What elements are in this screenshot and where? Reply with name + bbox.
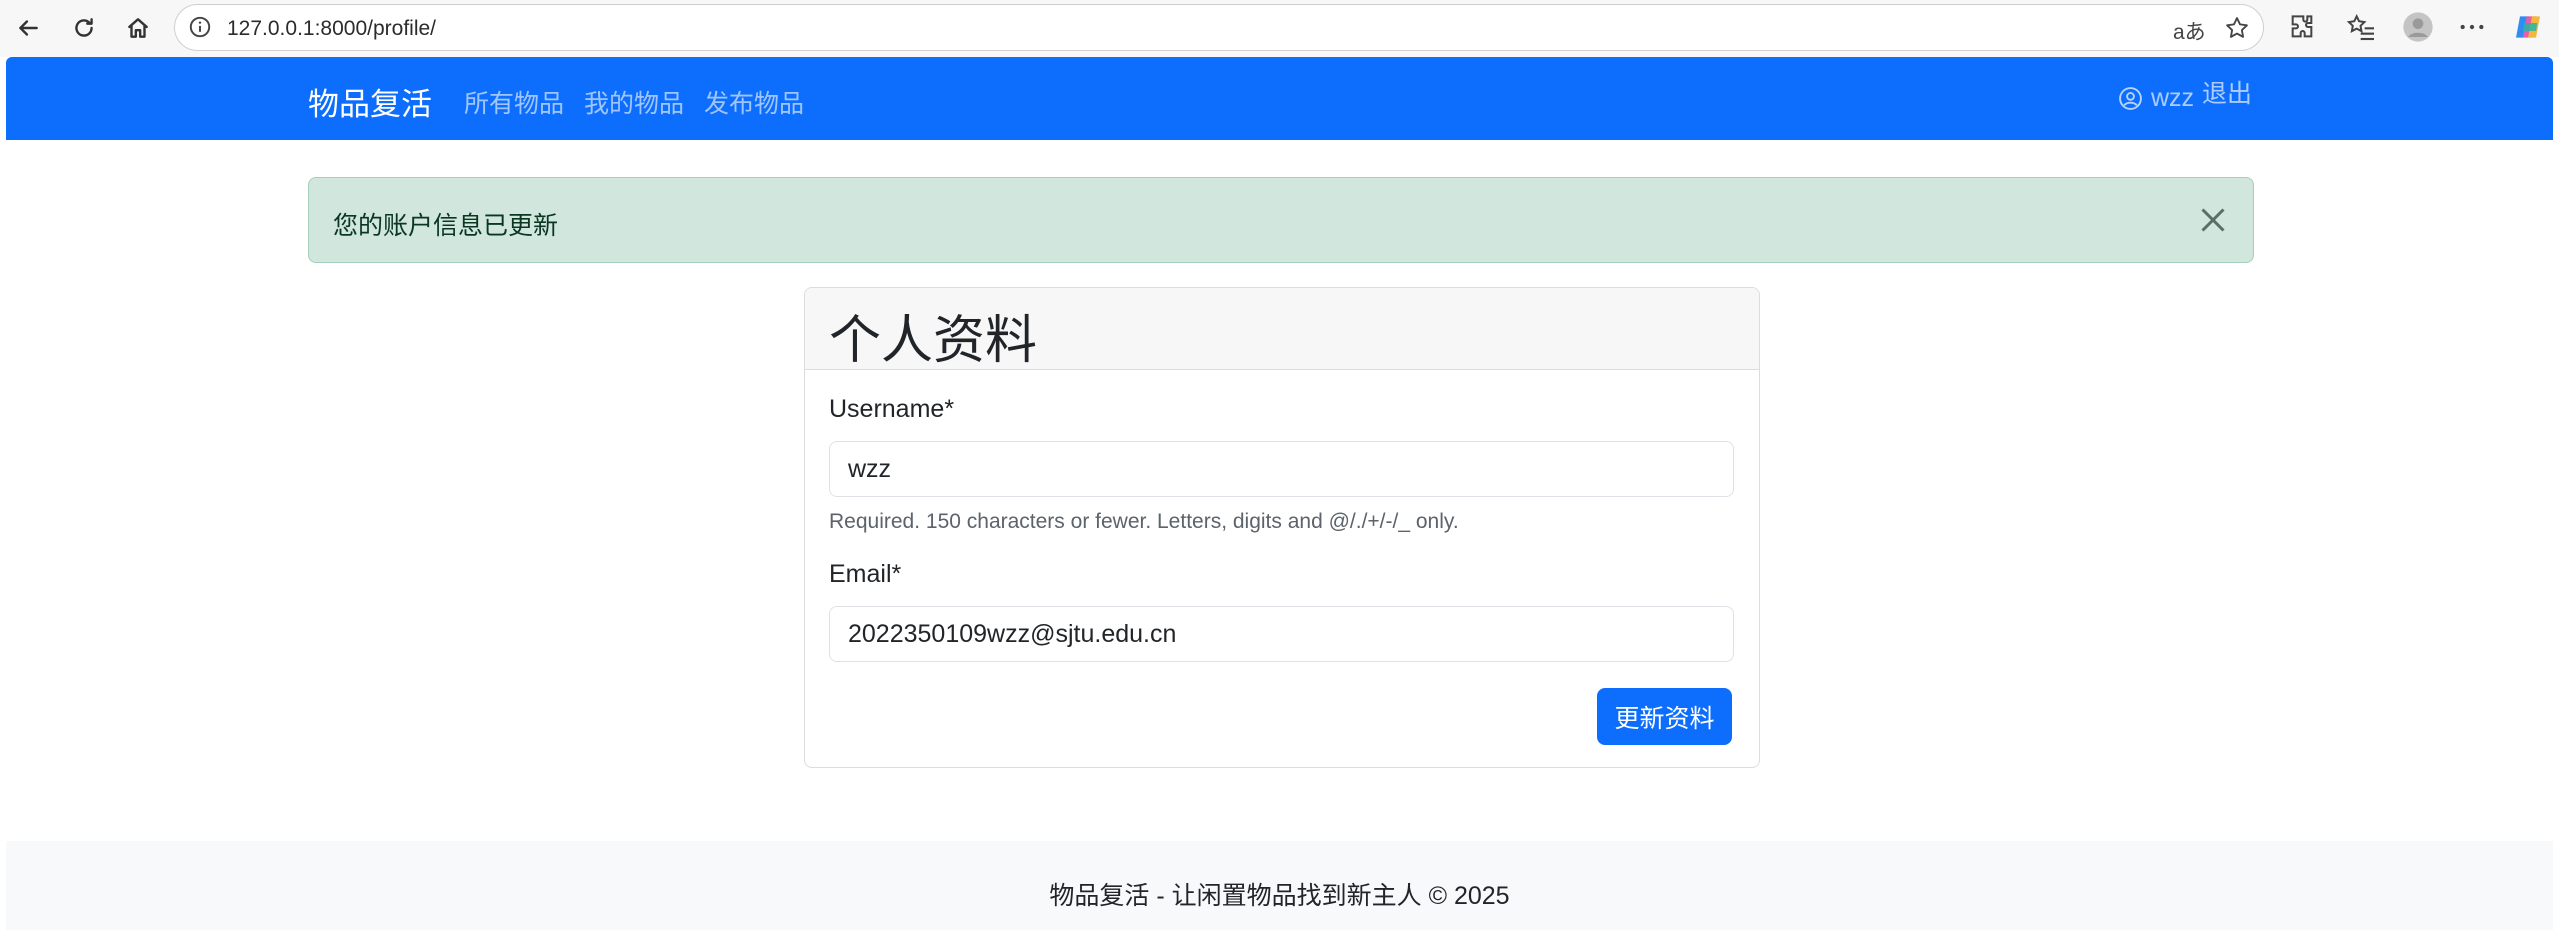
brand-link[interactable]: 物品复活 [308, 79, 432, 124]
footer: 物品复活 - 让闲置物品找到新主人 © 2025 [6, 841, 2553, 930]
web-page: 物品复活 所有物品 我的物品 发布物品 wzz 退出 您的账户信息已更新 个人资… [6, 57, 2553, 930]
site-info-icon[interactable] [187, 14, 213, 40]
email-label: Email* [829, 560, 902, 588]
username-input[interactable] [829, 441, 1734, 497]
url-text[interactable]: 127.0.0.1:8000/profile/ [227, 17, 436, 41]
success-alert: 您的账户信息已更新 [308, 177, 2254, 263]
favorites-list-icon[interactable] [2346, 11, 2378, 43]
username-help-text: Required. 150 characters or fewer. Lette… [829, 510, 1459, 533]
username-label: Username* [829, 395, 955, 423]
profile-avatar-icon[interactable] [2402, 11, 2434, 43]
extensions-icon[interactable] [2286, 11, 2318, 43]
profile-card: 个人资料 Username* Required. 150 characters … [804, 287, 1760, 768]
back-arrow-icon[interactable] [10, 10, 46, 46]
email-input[interactable] [829, 606, 1734, 662]
read-aloud-icon[interactable]: aあ [2173, 16, 2206, 46]
reload-icon[interactable] [66, 10, 102, 46]
copilot-icon[interactable] [2512, 11, 2544, 43]
close-icon[interactable] [2195, 202, 2231, 238]
favorite-star-icon[interactable] [2223, 14, 2251, 42]
update-profile-button[interactable]: 更新资料 [1597, 688, 1732, 745]
user-menu[interactable]: wzz [2118, 84, 2194, 113]
username-label[interactable]: wzz [2151, 84, 2194, 113]
nav-link-publish-item[interactable]: 发布物品 [704, 84, 804, 120]
page-title: 个人资料 [829, 312, 1038, 370]
top-navbar: 物品复活 所有物品 我的物品 发布物品 wzz 退出 [6, 57, 2553, 140]
footer-text: 物品复活 - 让闲置物品找到新主人 © 2025 [1049, 882, 1510, 910]
alert-message: 您的账户信息已更新 [333, 212, 559, 240]
logout-link[interactable]: 退出 [2202, 74, 2252, 110]
browser-toolbar: 127.0.0.1:8000/profile/ aあ [0, 0, 2559, 57]
user-circle-icon [2119, 87, 2142, 110]
home-icon[interactable] [120, 10, 156, 46]
card-header: 个人资料 [805, 288, 1759, 370]
nav-link-all-items[interactable]: 所有物品 [464, 84, 564, 120]
address-bar[interactable]: 127.0.0.1:8000/profile/ aあ [174, 4, 2264, 51]
more-options-icon[interactable] [2456, 11, 2488, 43]
nav-link-my-items[interactable]: 我的物品 [584, 84, 684, 120]
